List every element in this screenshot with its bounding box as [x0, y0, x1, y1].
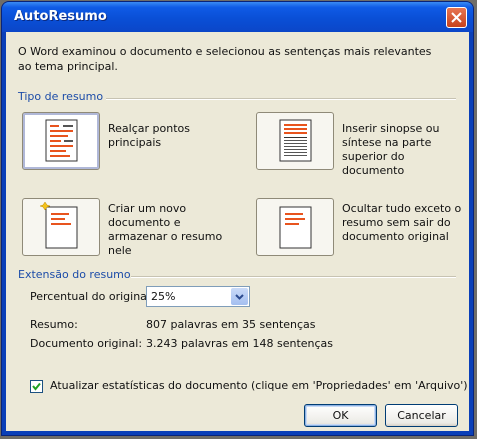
resumo-label: Resumo: — [30, 318, 78, 331]
dropdown-arrow-icon[interactable] — [231, 288, 248, 305]
percent-label: Percentual do original: — [30, 290, 154, 303]
highlight-doc-icon — [45, 119, 78, 162]
update-stats-checkbox[interactable] — [30, 380, 43, 393]
summary-length-label: Extensão do resumo — [18, 268, 131, 281]
insert-summary-top-button[interactable] — [256, 112, 334, 170]
insert-summary-top-label: Inserir sinopse ou síntese na parte supe… — [342, 122, 440, 177]
update-stats-label: Atualizar estatísticas do documento (cli… — [50, 379, 468, 392]
original-document-value: 3.243 palavras em 148 sentenças — [146, 337, 334, 350]
resumo-value: 807 palavras em 35 sentenças — [146, 318, 316, 331]
cancel-button[interactable]: Cancelar — [385, 404, 458, 427]
group-divider — [106, 98, 456, 100]
close-button[interactable] — [446, 7, 467, 28]
hide-doc-icon — [279, 206, 312, 249]
highlight-points-button[interactable] — [22, 112, 100, 170]
summary-top-doc-icon — [279, 119, 312, 162]
ok-button[interactable]: OK — [304, 404, 377, 427]
hide-except-summary-button[interactable] — [256, 198, 334, 256]
group-divider — [131, 276, 456, 278]
window-title: AutoResumo — [14, 9, 107, 24]
new-document-button[interactable] — [22, 198, 100, 256]
dialog-body: O Word examinou o documento e selecionou… — [6, 32, 469, 431]
percent-value: 25% — [151, 290, 176, 303]
hide-except-summary-label: Ocultar tudo exceto o resumo sem sair do… — [342, 202, 462, 243]
percent-select[interactable]: 25% — [146, 286, 250, 307]
new-document-label: Criar um novo documento e armazenar o re… — [108, 202, 223, 257]
check-icon — [32, 382, 41, 391]
autoresumo-dialog: AutoResumo O Word examinou o documento e… — [2, 2, 473, 435]
new-doc-icon — [39, 201, 78, 249]
intro-text: O Word examinou o documento e selecionou… — [18, 45, 432, 73]
original-document-label: Documento original: — [30, 337, 143, 350]
close-icon — [451, 12, 462, 23]
title-bar[interactable]: AutoResumo — [2, 2, 473, 32]
highlight-points-label: Realçar pontos principais — [108, 122, 190, 149]
summary-type-label: Tipo de resumo — [18, 90, 104, 103]
